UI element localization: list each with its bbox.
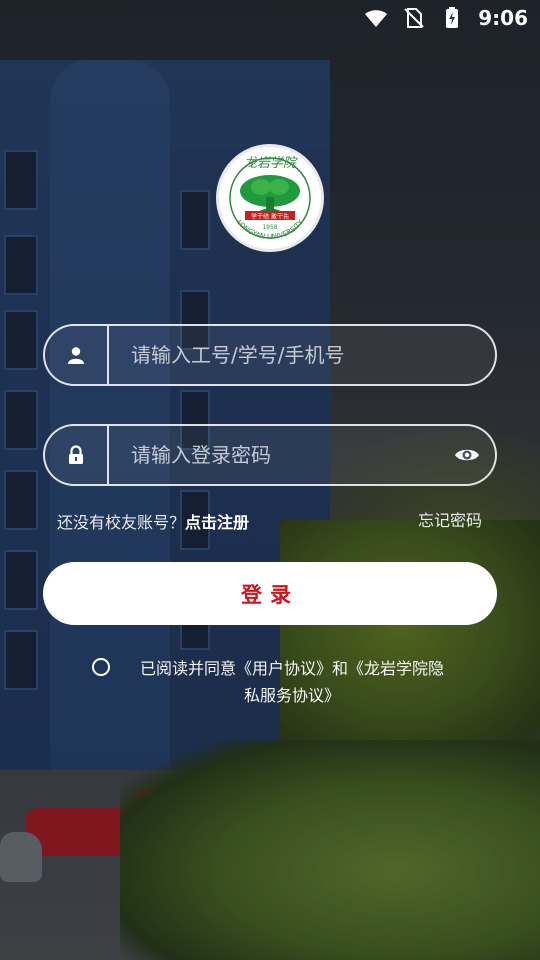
agreement-prefix: 已阅读并同意 xyxy=(139,659,236,678)
logo-motto: 学干结 敢干先 xyxy=(251,213,289,221)
lock-icon xyxy=(69,445,83,464)
user-icon xyxy=(68,347,84,364)
battery-charging-icon xyxy=(446,7,459,28)
privacy-link-part1[interactable]: 《龙岩学院隐 xyxy=(348,659,444,678)
password-field[interactable] xyxy=(43,424,497,486)
password-input[interactable] xyxy=(109,426,439,484)
logo-year: 1958 xyxy=(262,224,277,231)
agreement-radio[interactable] xyxy=(92,658,110,676)
eye-icon xyxy=(455,449,479,461)
agreement-and: 和 xyxy=(332,659,349,678)
login-button[interactable]: 登录 xyxy=(43,562,497,625)
lock-icon-box xyxy=(45,426,109,484)
username-field[interactable] xyxy=(43,324,497,386)
user-agreement-link[interactable]: 《用户协议》 xyxy=(236,659,332,678)
university-logo: 龙岩学院 学干结 敢干先 1958 LONGYAN UNIVERSITY xyxy=(216,144,324,252)
privacy-link-part2[interactable]: 私服务协议》 xyxy=(244,686,340,705)
wifi-icon xyxy=(365,10,388,27)
status-time: 9:06 xyxy=(478,6,528,30)
forgot-password-link[interactable]: 忘记密码 xyxy=(418,507,482,531)
show-password-toggle[interactable] xyxy=(439,426,495,484)
no-account-text: 还没有校友账号？ xyxy=(57,513,186,532)
register-prompt: 还没有校友账号？点击注册 xyxy=(57,509,249,533)
user-icon-box xyxy=(45,326,109,384)
register-link[interactable]: 点击注册 xyxy=(185,513,249,532)
username-input[interactable] xyxy=(109,326,495,384)
logo-name-text: 龙岩学院 xyxy=(244,155,298,171)
no-sim-icon xyxy=(404,8,424,28)
status-bar: 9:06 xyxy=(0,0,540,36)
agreement-text: 已阅读并同意《用户协议》和《龙岩学院隐 私服务协议》 xyxy=(122,655,462,709)
